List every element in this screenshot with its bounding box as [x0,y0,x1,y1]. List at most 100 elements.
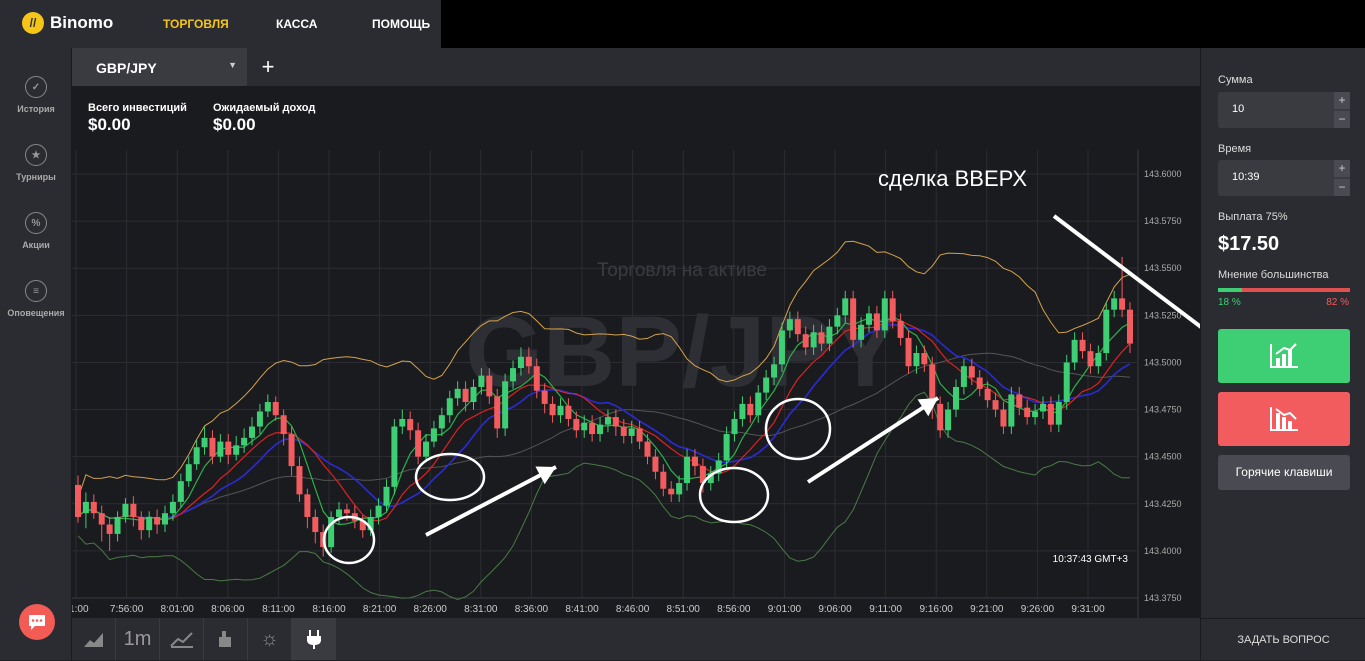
candle-down [343,509,350,514]
sentiment-up-fill [1218,288,1242,292]
time-tick-label: 8:56:00 [717,604,751,615]
time-tick-label: 8:06:00 [211,604,245,615]
drawing-tools-icon[interactable] [204,618,248,660]
trade-up-annotation: сделка ВВЕРХ [878,166,1027,191]
timeframe-button[interactable]: 1m [116,618,160,660]
candle-down [486,375,493,397]
candle-down [937,403,944,431]
candle-up [826,326,833,344]
indicators-icon[interactable] [160,618,204,660]
sum-plus-button[interactable]: + [1334,92,1350,109]
candle-up [249,426,256,438]
time-tick-label: 8:26:00 [414,604,448,615]
candle-up [399,418,406,427]
price-chart[interactable]: 143.6000 143.5750 143.5500 143.5250 143.5000… [72,86,1200,618]
price-tick-label: 143.4500 [1144,452,1182,462]
trophy-icon: ★ [25,144,47,166]
candle-down [1024,407,1031,418]
time-tick-label: 7:56:00 [110,604,144,615]
time-tick-label: 8:31:00 [464,604,498,615]
price-tick-label: 143.5000 [1144,357,1182,367]
candle-up [446,398,453,416]
candle-up [162,513,169,525]
time-input[interactable]: 10:39 + − [1218,160,1350,196]
logo[interactable]: // Binomo [22,12,113,34]
chart-type-icon[interactable] [72,618,116,660]
time-tick-label: 9:26:00 [1021,604,1055,615]
candle-down [802,334,809,348]
candle-up [146,516,153,531]
header: // Binomo ТОРГОВЛЯ КАССА ПОМОЩЬ [0,0,441,48]
brand-name: Binomo [50,13,114,32]
total-invest-value: $0.00 [88,115,131,134]
sidebar-item-promotions[interactable]: % Акции [0,212,72,250]
candle-up [913,353,920,367]
sum-label: Сумма [1218,74,1253,86]
candle-up [193,447,200,465]
time-tick-label: 8:01:00 [161,604,195,615]
chat-button[interactable] [19,604,55,640]
candle-down [106,524,113,534]
nav-cash[interactable]: КАССА [276,17,317,31]
candle-down [138,516,145,531]
sentiment-down-value: 82 % [1326,297,1349,308]
percent-icon: % [25,212,47,234]
add-asset-button[interactable]: + [254,52,282,82]
sum-input[interactable]: 10 + − [1218,92,1350,128]
watermark-subtitle: Торговля на активе [597,260,767,281]
candle-down [1119,298,1126,310]
call-up-button[interactable] [1218,329,1350,383]
candle-up [881,298,888,331]
candle-down [549,403,556,416]
candle-down [1047,403,1054,425]
candle-up [865,313,872,325]
price-tick-label: 143.4250 [1144,499,1182,509]
ask-question-button[interactable]: ЗАДАТЬ ВОПРОС [1201,618,1365,660]
candle-up [739,403,746,419]
time-tick-label: 9:16:00 [920,604,954,615]
asset-tab[interactable]: GBP/JPY ▼ [72,48,247,86]
price-tick-label: 143.5750 [1144,216,1182,226]
chart-toolbar: 1m ☼ [72,618,1200,660]
sidebar-item-history[interactable]: ✓ История [0,76,72,114]
nav-help[interactable]: ПОМОЩЬ [372,17,430,31]
time-tick-label: 8:46:00 [616,604,650,615]
sidebar-item-label: Оповещения [7,308,65,318]
caret-down-icon[interactable]: ▼ [228,60,237,70]
candle-up [233,445,240,455]
price-tick-label: 143.5250 [1144,310,1182,320]
sidebar-item-notifications[interactable]: ≡ Оповещения [0,280,72,318]
candle-up [755,392,762,416]
asset-tabbar: GBP/JPY ▼ + [72,48,1200,86]
time-plus-button[interactable]: + [1334,160,1350,177]
candle-down [873,313,880,331]
candle-down [1000,409,1007,427]
candle-up [430,428,437,442]
theme-sun-icon[interactable]: ☼ [248,618,292,660]
price-tick-label: 143.4750 [1144,405,1182,415]
candle-up [391,426,398,487]
put-down-button[interactable] [1218,392,1350,446]
candle-up [185,464,192,482]
candle-down [573,418,580,431]
sidebar-item-tournaments[interactable]: ★ Турниры [0,144,72,182]
total-invest: Всего инвестиций $0.00 [88,102,187,135]
candle-up [597,424,604,435]
plug-icon[interactable] [292,618,336,660]
sum-minus-button[interactable]: − [1334,111,1350,128]
candle-up [510,368,517,382]
expected-income-value: $0.00 [213,115,256,134]
candle-down [1127,309,1133,344]
price-tick-label: 143.5500 [1144,263,1182,273]
annotation-circle [764,397,832,461]
candle-down [984,388,991,401]
candle-up [842,298,849,316]
time-minus-button[interactable]: − [1334,179,1350,196]
sentiment-label: Мнение большинства [1218,269,1329,281]
candle-down [660,471,667,489]
candle-up [1103,309,1110,354]
hotkeys-button[interactable]: Горячие клавиши [1218,455,1350,490]
candle-down [1079,339,1086,352]
chart-area[interactable]: 143.6000 143.5750 143.5500 143.5250 143.5000… [72,86,1200,618]
nav-trade[interactable]: ТОРГОВЛЯ [163,17,229,31]
